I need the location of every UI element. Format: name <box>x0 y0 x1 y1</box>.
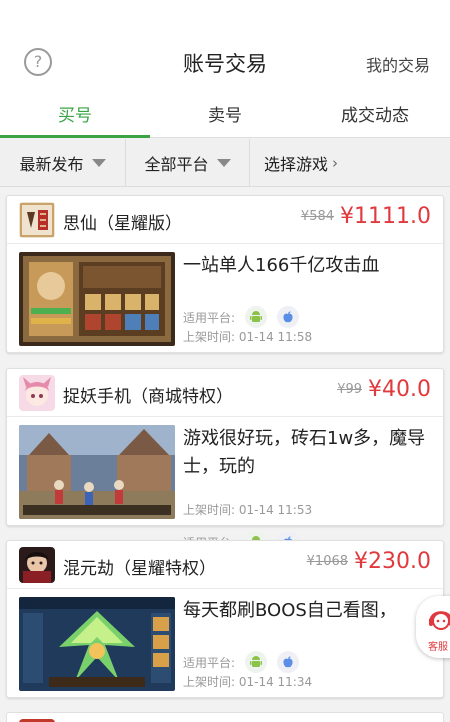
listing-description: 游戏很好玩，砖石1w多，魔导士，玩的 <box>183 428 426 477</box>
original-price: ¥1068 <box>306 554 349 569</box>
listing-description: 一站单人166千亿攻击血 <box>183 255 380 276</box>
filter-bar: 最新发布 全部平台 选择游戏 › <box>0 139 450 187</box>
listing-card[interactable] <box>6 712 444 722</box>
tab-deal-feed[interactable]: 成交动态 <box>300 98 450 137</box>
tab-buy[interactable]: 买号 <box>0 98 150 138</box>
listing-body: 每天都刷BOOS自己看图， 适用平台: 上架时间: 01-14 11:34 <box>7 589 443 697</box>
listing-header: 混元劫（星耀特权） ¥1068 ¥230.0 <box>7 541 443 589</box>
sort-dropdown-label: 最新发布 <box>19 154 84 174</box>
platform-label: 适用平台: <box>183 655 236 670</box>
game-icon <box>19 375 55 411</box>
game-selector-label: 选择游戏 <box>264 154 329 174</box>
listing-body: 一站单人166千亿攻击血 适用平台: 上架时间: 01-14 11:58 <box>7 244 443 352</box>
tab-bar: 买号 卖号 成交动态 <box>0 98 450 138</box>
apple-icon <box>277 306 300 328</box>
android-icon <box>245 651 268 673</box>
listing-time: 上架时间: 01-14 11:34 <box>183 675 313 689</box>
customer-service-icon <box>429 611 450 630</box>
chevron-right-icon: › <box>332 153 339 172</box>
customer-service-label: 客服 <box>428 642 448 653</box>
listing-card[interactable]: 混元劫（星耀特权） ¥1068 ¥230.0 每天都刷BOOS自己看图， 适用平台… <box>6 540 444 698</box>
platform-dropdown[interactable]: 全部平台 <box>126 139 250 186</box>
platform-label: 适用平台: <box>183 310 236 325</box>
listing-header: 捉妖手机（商城特权） ¥99 ¥40.0 <box>7 369 443 417</box>
game-name: 捉妖手机（商城特权） <box>63 387 233 407</box>
price-group: ¥584 ¥1111.0 <box>301 204 431 229</box>
listing-screenshot <box>19 425 175 519</box>
listing-card[interactable]: 思仙（星耀版） ¥584 ¥1111.0 一站单人166千亿攻击血 适用平台: <box>6 195 444 353</box>
listing-header: 思仙（星耀版） ¥584 ¥1111.0 <box>7 196 443 244</box>
game-name: 思仙（星耀版） <box>63 214 182 234</box>
original-price: ¥584 <box>300 209 335 224</box>
price-group: ¥1068 ¥230.0 <box>307 549 431 574</box>
apple-icon <box>277 651 300 673</box>
platform-dropdown-label: 全部平台 <box>144 154 209 174</box>
price-group: ¥99 ¥40.0 <box>337 377 431 402</box>
platform-row: 适用平台: <box>183 651 300 673</box>
game-selector[interactable]: 选择游戏 › <box>250 139 450 186</box>
platform-row: 适用平台: <box>183 306 300 328</box>
game-icon <box>19 202 55 238</box>
listing-time: 上架时间: 01-14 11:58 <box>183 330 313 344</box>
current-price: ¥40.0 <box>368 377 431 402</box>
listing-time: 上架时间: 01-14 11:53 <box>183 503 313 517</box>
game-name: 混元劫（星耀特权） <box>63 559 216 579</box>
caret-down-icon <box>216 158 231 167</box>
current-price: ¥1111.0 <box>340 204 431 229</box>
original-price: ¥99 <box>337 382 363 397</box>
sort-dropdown[interactable]: 最新发布 <box>0 139 126 186</box>
listing-body: 游戏很好玩，砖石1w多，魔导士，玩的 适用平台: 上架时间: 01-14 11:… <box>7 417 443 553</box>
listing-screenshot <box>19 597 175 691</box>
app-header: ? 账号交易 我的交易 <box>0 0 450 98</box>
my-trades-link[interactable]: 我的交易 <box>366 52 430 76</box>
tab-sell[interactable]: 卖号 <box>150 98 300 137</box>
game-icon <box>19 547 55 583</box>
caret-down-icon <box>91 158 106 167</box>
current-price: ¥230.0 <box>354 549 431 574</box>
listing-screenshot <box>19 252 175 346</box>
listing-description: 每天都刷BOOS自己看图， <box>183 600 397 621</box>
android-icon <box>245 306 268 328</box>
listing-card[interactable]: 捉妖手机（商城特权） ¥99¥40.0 游戏很好玩，砖石1w多，魔导士，玩的 适 <box>6 368 444 553</box>
customer-service-button[interactable]: 客服 <box>416 596 450 658</box>
